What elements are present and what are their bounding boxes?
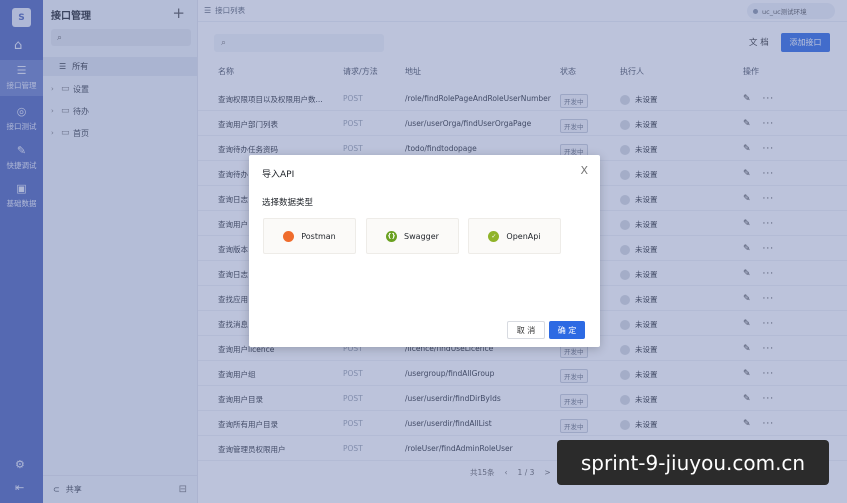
confirm-button[interactable]: 确 定 [549, 321, 585, 339]
swagger-icon: {} [386, 230, 398, 242]
data-type-label: 选择数据类型 [262, 198, 314, 208]
cancel-button[interactable]: 取 消 [507, 321, 545, 339]
type-card-label: Swagger [404, 231, 439, 241]
close-icon[interactable]: X [580, 164, 588, 177]
type-card-openapi[interactable]: ✓ OpenApi [468, 218, 561, 254]
type-card-label: Postman [301, 231, 336, 241]
postman-icon [283, 230, 295, 242]
type-card-label: OpenApi [506, 231, 541, 241]
type-card-swagger[interactable]: {} Swagger [366, 218, 459, 254]
import-api-dialog: 导入API X 选择数据类型 Postman {} Swagger ✓ Open… [249, 155, 600, 347]
type-card-postman[interactable]: Postman [263, 218, 356, 254]
watermark-banner: sprint-9-jiuyou.com.cn [557, 440, 829, 485]
openapi-icon: ✓ [488, 230, 500, 242]
dialog-title: 导入API [262, 170, 295, 180]
